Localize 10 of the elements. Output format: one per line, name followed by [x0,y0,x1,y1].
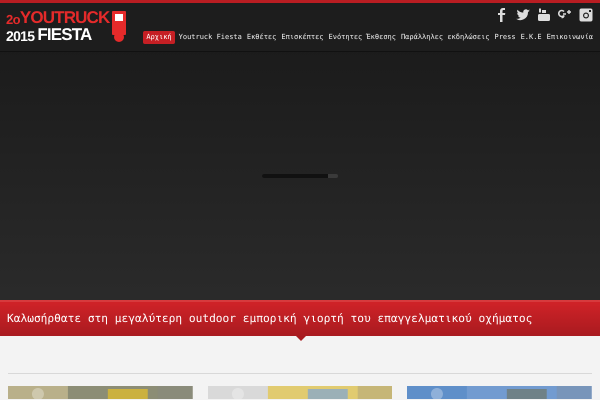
logo-year: 2015 [6,29,34,43]
logo-edition: 2o [6,13,20,26]
bird-icon[interactable] [514,6,530,22]
welcome-text: Καλωσήρθατε στη μεγαλύτερη outdoor εμπορική γιορτή του επαγγελματικού οχήματος [7,310,532,327]
logo-text: FIESTA [37,26,92,43]
logo[interactable]: 2oYOUTRUCK 2015 FIESTA [6,9,128,43]
truck-icon [111,9,128,43]
pointer-arrow [296,336,306,341]
camera-icon[interactable] [578,6,594,22]
logo-text: YOUTRUCK [20,9,110,26]
